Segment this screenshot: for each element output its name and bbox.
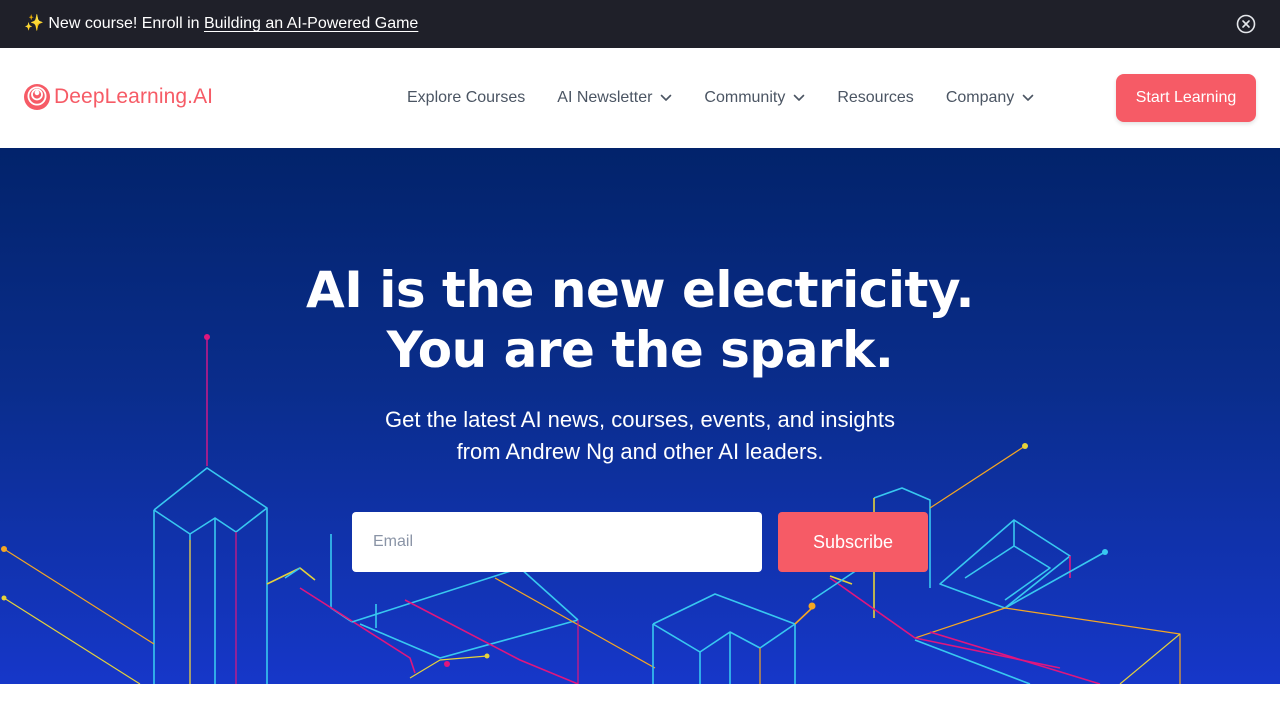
nav-item-label: Company [945,89,1015,106]
headline-line-1: AI is the new electricity. [306,261,974,319]
headline-line-2: You are the spark. [386,321,894,379]
sparkles-icon: ✨ [24,15,44,32]
announcement-prefix: New course! Enroll in [43,15,204,32]
hero-subheading: Get the latest AI news, courses, events,… [340,404,940,468]
nav-item-label: Resources [837,89,914,106]
email-input[interactable] [352,512,762,572]
close-circle-icon[interactable] [1235,13,1257,35]
announcement-bar: ✨ New course! Enroll in Building an AI-P… [0,0,1280,48]
chevron-down-icon [1022,94,1034,101]
nav-item-label: Community [704,89,786,106]
nav-item-company[interactable]: Company [946,86,1034,110]
nav-item-resources[interactable]: Resources [837,86,913,110]
hero-section: AI is the new electricity. You are the s… [0,148,1280,684]
start-learning-button[interactable]: Start Learning [1116,74,1256,122]
hero-headline: AI is the new electricity. You are the s… [0,260,1280,380]
nav-item-label: AI Newsletter [557,89,653,106]
nav-item-ai-newsletter[interactable]: AI Newsletter [557,86,672,110]
deeplearning-logo-icon [24,84,50,110]
chevron-down-icon [661,94,672,101]
announcement-text: ✨ New course! Enroll in Building an AI-P… [24,13,418,35]
main-navigation: DeepLearning.AI Explore Courses AI Newsl… [0,48,1280,148]
logo-text: DeepLearning.AI [54,85,214,108]
nav-item-community[interactable]: Community [704,86,805,110]
page-content-below [0,684,1280,720]
nav-links: Explore Courses AI Newsletter Community … [407,86,1034,110]
subscribe-button[interactable]: Subscribe [778,512,928,572]
chevron-down-icon [794,94,805,101]
site-logo[interactable]: DeepLearning.AI [23,83,213,111]
nav-item-label: Explore Courses [407,89,526,106]
announcement-course-link[interactable]: Building an AI-Powered Game [204,15,418,32]
subheading-line-1: Get the latest AI news, courses, events,… [385,407,895,432]
subheading-line-2: from Andrew Ng and other AI leaders. [456,439,824,464]
nav-item-explore-courses[interactable]: Explore Courses [407,86,525,110]
